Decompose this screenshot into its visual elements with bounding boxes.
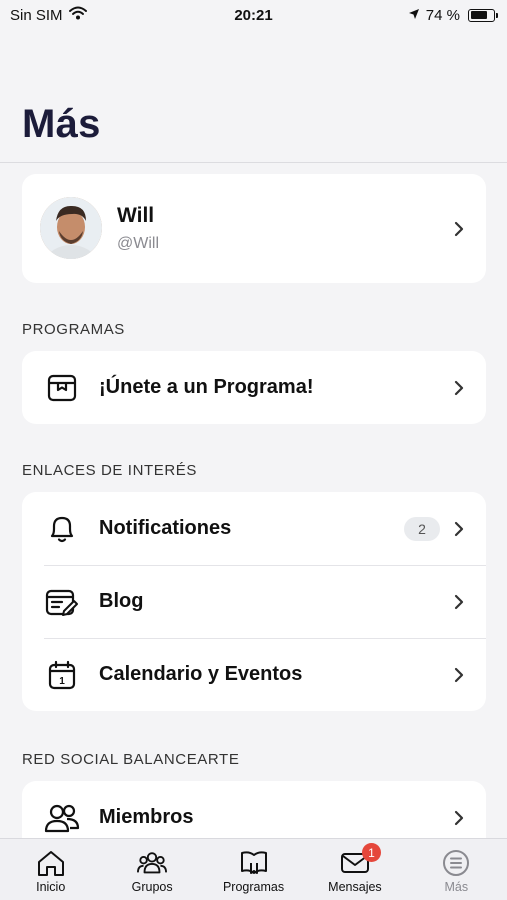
chevron-right-icon (454, 594, 464, 609)
calendar-icon: 1 (44, 657, 80, 693)
bell-icon (44, 511, 80, 547)
chevron-right-icon (454, 221, 464, 236)
row-label: Notificationes (99, 517, 232, 539)
more-screen: Sin SIM 20:21 74 % Más Will @Will PROGRA… (0, 0, 507, 900)
row-label: Calendario y Eventos (99, 663, 303, 685)
tab-bar: Inicio Grupos Programas 1 Mensajes Más (0, 838, 507, 900)
section-title-programas: PROGRAMAS (22, 321, 125, 338)
tab-mas[interactable]: Más (406, 839, 507, 900)
tab-grupos[interactable]: Grupos (101, 839, 202, 900)
status-bar: Sin SIM 20:21 74 % (0, 0, 507, 30)
section-title-red-social: RED SOCIAL BALANCEARTE (22, 751, 240, 768)
battery-fill (470, 11, 487, 19)
blog-icon (44, 584, 80, 620)
tab-inicio[interactable]: Inicio (0, 839, 101, 900)
row-members[interactable]: Miembros (22, 781, 486, 838)
row-join-program[interactable]: ¡Únete a un Programa! (22, 351, 486, 424)
notification-count-badge: 2 (404, 516, 440, 541)
home-icon (36, 848, 66, 878)
location-arrow-icon (408, 7, 420, 24)
red-social-card: Miembros (22, 781, 486, 838)
profile-handle: @Will (117, 235, 160, 252)
programs-icon (239, 848, 269, 878)
battery-icon (468, 8, 498, 22)
chevron-right-icon (454, 521, 464, 536)
chevron-right-icon (454, 380, 464, 395)
page-title: Más (22, 102, 101, 146)
tab-label: Mensajes (328, 880, 382, 894)
battery-percent: 74 % (425, 6, 460, 24)
members-icon (44, 800, 80, 836)
programas-card: ¡Únete a un Programa! (22, 351, 486, 424)
avatar (40, 197, 102, 259)
tab-label: Más (444, 880, 469, 894)
box-icon (44, 370, 80, 406)
row-blog[interactable]: Blog (22, 565, 486, 638)
chevron-right-icon (454, 810, 464, 825)
row-label: ¡Únete a un Programa! (99, 376, 314, 398)
tab-mensajes[interactable]: 1 Mensajes (304, 839, 405, 900)
row-calendar[interactable]: 1 Calendario y Eventos (22, 638, 486, 711)
calendar-day-label: 1 (59, 676, 65, 687)
row-label: Blog (99, 590, 144, 612)
mail-icon: 1 (340, 843, 381, 878)
wifi-icon (68, 6, 87, 24)
menu-list-icon (441, 848, 471, 878)
section-title-enlaces: ENLACES DE INTERÉS (22, 462, 198, 479)
tab-programas[interactable]: Programas (203, 839, 304, 900)
profile-name: Will (117, 204, 155, 227)
page-header: Más (0, 30, 507, 163)
status-left: Sin SIM (10, 6, 87, 24)
enlaces-card: Notificationes 2 Blog 1 Calendario y Eve… (22, 492, 486, 711)
tab-label: Programas (222, 880, 285, 894)
profile-card[interactable]: Will @Will (22, 174, 486, 283)
tab-label: Grupos (131, 880, 173, 894)
row-notifications[interactable]: Notificationes 2 (22, 492, 486, 565)
groups-icon (137, 848, 168, 878)
carrier-label: Sin SIM (10, 6, 63, 24)
tab-label: Inicio (36, 880, 66, 894)
status-right: 74 % (408, 6, 498, 24)
messages-badge: 1 (361, 843, 381, 862)
chevron-right-icon (454, 667, 464, 682)
row-label: Miembros (99, 806, 194, 828)
